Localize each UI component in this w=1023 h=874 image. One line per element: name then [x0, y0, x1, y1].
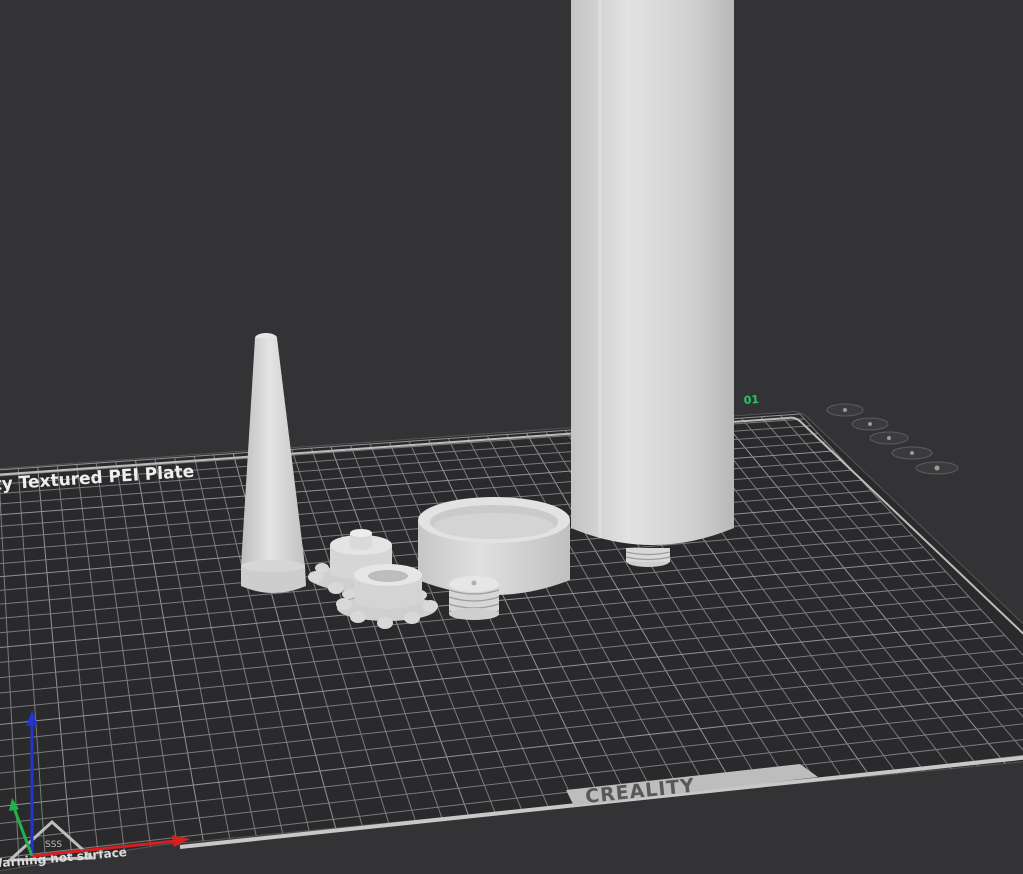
model-tall-cylinder[interactable] — [571, 0, 734, 567]
warning-symbol: SSS — [45, 840, 62, 850]
scene-canvas[interactable]: ty Textured PEI Plate 01 CREALITY SSS Wa… — [0, 0, 1023, 874]
delete-icon — [934, 465, 940, 471]
settings-icon — [910, 451, 914, 455]
3d-viewport[interactable]: ty Textured PEI Plate 01 CREALITY SSS Wa… — [0, 0, 1023, 874]
plate-number[interactable]: 01 — [743, 393, 759, 407]
orient-icon — [868, 422, 872, 426]
model-threaded-screw[interactable] — [448, 576, 500, 620]
lock-icon — [887, 436, 891, 440]
build-plate[interactable]: ty Textured PEI Plate 01 CREALITY SSS Wa… — [0, 393, 1023, 874]
gear-icon — [843, 408, 847, 412]
